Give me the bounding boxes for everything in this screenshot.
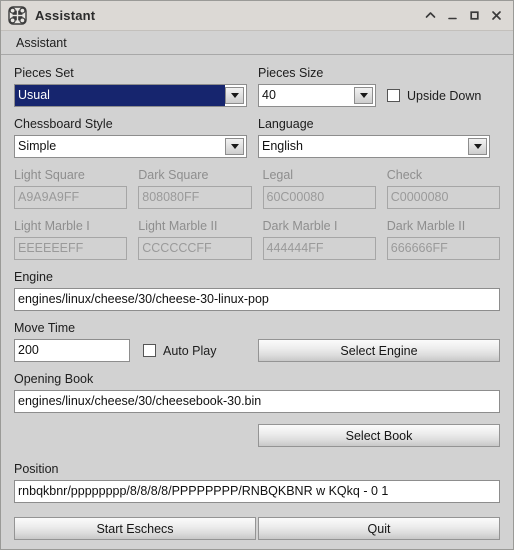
legal-label: Legal	[262, 168, 294, 182]
color-field-check: Check C0000080	[386, 167, 500, 209]
light-square-label: Light Square	[14, 168, 85, 182]
auto-play-label: Auto Play	[163, 343, 217, 358]
dark-marble-1-label: Dark Marble I	[262, 219, 338, 233]
assistant-window: Assistant Assistant Pieces Set Usual Pie…	[0, 0, 514, 550]
action-buttons-row: Start Eschecs Quit	[14, 517, 500, 540]
position-input[interactable]: rnbqkbnr/pppppppp/8/8/8/8/PPPPPPPP/RNBQK…	[14, 480, 500, 503]
settings-form: Pieces Set Usual Pieces Size 40 Upside D…	[1, 55, 513, 540]
quit-button[interactable]: Quit	[258, 517, 500, 540]
menu-item-assistant[interactable]: Assistant	[13, 35, 70, 51]
style-language-row: Chessboard Style Simple Language English	[14, 116, 500, 158]
title-bar: Assistant	[1, 1, 513, 31]
pieces-set-combo[interactable]: Usual	[14, 84, 247, 107]
engine-path-input[interactable]: engines/linux/cheese/30/cheese-30-linux-…	[14, 288, 500, 311]
upside-down-checkbox[interactable]	[387, 89, 400, 102]
opening-book-label: Opening Book	[14, 372, 94, 386]
pieces-set-value: Usual	[15, 85, 225, 106]
color-field-legal: Legal 60C00080	[262, 167, 376, 209]
language-combo[interactable]: English	[258, 135, 490, 158]
light-marble-1-input[interactable]: EEEEEEFF	[14, 237, 128, 260]
check-input[interactable]: C0000080	[386, 186, 500, 209]
window-title: Assistant	[35, 8, 96, 23]
chevron-down-icon[interactable]	[225, 87, 244, 104]
language-value: English	[262, 139, 303, 153]
chevron-down-icon[interactable]	[225, 138, 244, 155]
move-time-label: Move Time	[14, 321, 76, 335]
move-time-input[interactable]: 200	[14, 339, 130, 362]
light-marble-1-label: Light Marble I	[14, 219, 90, 233]
color-field-light-square: Light Square A9A9A9FF	[14, 167, 128, 209]
engine-group: Engine engines/linux/cheese/30/cheese-30…	[14, 269, 500, 311]
color-field-light-marble-2: Light Marble II CCCCCCFF	[138, 218, 252, 260]
position-group: Position rnbqkbnr/pppppppp/8/8/8/8/PPPPP…	[14, 461, 500, 503]
opening-book-group: Opening Book engines/linux/cheese/30/che…	[14, 371, 500, 413]
pieces-size-label: Pieces Size	[258, 66, 324, 80]
start-eschecs-button[interactable]: Start Eschecs	[14, 517, 256, 540]
select-book-button[interactable]: Select Book	[258, 424, 500, 447]
engine-label: Engine	[14, 270, 53, 284]
pieces-set-label: Pieces Set	[14, 66, 74, 80]
opening-book-input[interactable]: engines/linux/cheese/30/cheesebook-30.bi…	[14, 390, 500, 413]
language-group: Language English	[258, 116, 490, 158]
menu-bar: Assistant	[1, 31, 513, 55]
dark-square-label: Dark Square	[138, 168, 209, 182]
legal-input[interactable]: 60C00080	[262, 186, 376, 209]
language-label: Language	[258, 117, 314, 131]
move-time-group: Move Time 200 Auto Play Select Engine	[14, 320, 500, 362]
chessboard-style-value: Simple	[18, 139, 57, 153]
dark-square-input[interactable]: 808080FF	[138, 186, 252, 209]
minimize-button[interactable]	[441, 5, 463, 27]
chevron-down-icon[interactable]	[468, 138, 487, 155]
auto-play-checkbox-row[interactable]: Auto Play	[143, 339, 217, 362]
color-row-1: Light Square A9A9A9FF Dark Square 808080…	[14, 167, 500, 209]
chessboard-style-group: Chessboard Style Simple	[14, 116, 247, 158]
shade-button[interactable]	[419, 5, 441, 27]
close-button[interactable]	[485, 5, 507, 27]
light-square-input[interactable]: A9A9A9FF	[14, 186, 128, 209]
dark-marble-2-label: Dark Marble II	[386, 219, 466, 233]
light-marble-2-input[interactable]: CCCCCCFF	[138, 237, 252, 260]
pieces-size-value: 40	[262, 88, 276, 102]
pieces-size-combo[interactable]: 40	[258, 84, 376, 107]
color-field-dark-marble-1: Dark Marble I 444444FF	[262, 218, 376, 260]
dark-marble-1-input[interactable]: 444444FF	[262, 237, 376, 260]
auto-play-checkbox[interactable]	[143, 344, 156, 357]
check-label: Check	[386, 168, 423, 182]
upside-down-checkbox-row[interactable]: Upside Down	[387, 84, 481, 107]
dark-marble-2-input[interactable]: 666666FF	[386, 237, 500, 260]
color-field-light-marble-1: Light Marble I EEEEEEFF	[14, 218, 128, 260]
position-label: Position	[14, 462, 59, 476]
color-field-dark-marble-2: Dark Marble II 666666FF	[386, 218, 500, 260]
pieces-set-group: Pieces Set Usual	[14, 65, 247, 107]
upside-down-label: Upside Down	[407, 88, 482, 103]
maximize-button[interactable]	[463, 5, 485, 27]
chessboard-style-combo[interactable]: Simple	[14, 135, 247, 158]
select-engine-button[interactable]: Select Engine	[258, 339, 500, 362]
chessboard-app-icon	[8, 6, 27, 25]
upside-down-group: Upside Down	[387, 65, 481, 107]
pieces-size-group: Pieces Size 40	[258, 65, 376, 107]
select-book-row: Select Book	[14, 424, 500, 447]
light-marble-2-label: Light Marble II	[138, 219, 218, 233]
color-row-2: Light Marble I EEEEEEFF Light Marble II …	[14, 218, 500, 260]
color-field-dark-square: Dark Square 808080FF	[138, 167, 252, 209]
pieces-row: Pieces Set Usual Pieces Size 40 Upside D…	[14, 65, 500, 107]
chessboard-style-label: Chessboard Style	[14, 117, 113, 131]
chevron-down-icon[interactable]	[354, 87, 373, 104]
move-time-row: 200 Auto Play Select Engine	[14, 339, 500, 362]
